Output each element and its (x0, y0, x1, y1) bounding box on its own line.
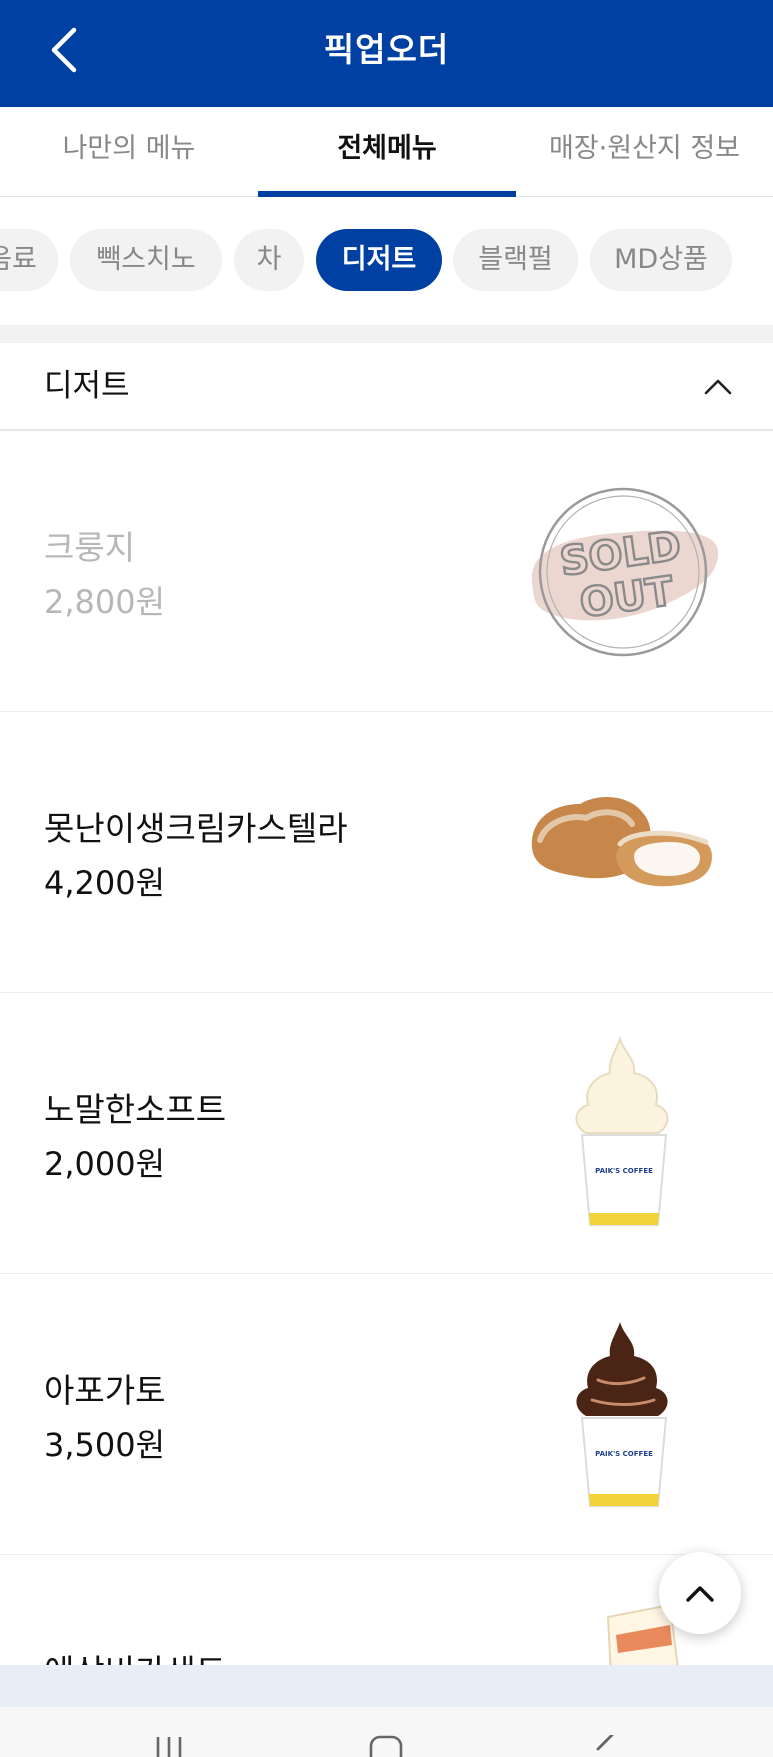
chip-beverage[interactable]: 음료 (0, 229, 58, 291)
menu-item[interactable]: 크룽지 2,800원 SOLD OUT (0, 431, 773, 712)
chip-md-goods[interactable]: MD상품 (590, 229, 732, 291)
chip-dessert[interactable]: 디저트 (316, 229, 442, 291)
section-title: 디저트 (44, 368, 130, 404)
scroll-to-top-button[interactable] (659, 1552, 741, 1634)
tab-store-origin-info[interactable]: 매장·원산지 정보 (516, 107, 773, 197)
vanilla-soft-serve-image: PAIK'S COFFEE (575, 1035, 669, 1226)
menu-item-price: 2,800원 (44, 583, 166, 621)
tab-my-menu[interactable]: 나만의 메뉴 (0, 107, 258, 197)
chip-black-pearl[interactable]: 블랙펄 (453, 229, 578, 291)
dessert-section-header[interactable]: 디저트 (0, 343, 773, 431)
system-navigation-bar (0, 1707, 773, 1757)
menu-item-price: 3,500원 (44, 1426, 166, 1464)
main-tabs: 나만의 메뉴 전체메뉴 매장·원산지 정보 (0, 107, 773, 197)
sold-out-stamp: SOLD OUT (531, 487, 719, 657)
cup-label-text: PAIK'S COFFEE (595, 1167, 653, 1175)
affogato-image: PAIK'S COFFEE (576, 1322, 668, 1507)
menu-item[interactable]: 노말한소프트 2,000원 PAIK'S COFFEE (0, 993, 773, 1274)
chevron-up-icon[interactable] (700, 371, 736, 401)
category-chip-bar[interactable]: 음료 빽스치노 차 디저트 블랙펄 MD상품 (0, 197, 773, 325)
chevron-up-icon (686, 1586, 714, 1602)
castella-cake-image (531, 797, 712, 887)
page-title: 픽업오더 (323, 30, 450, 69)
chip-paikschino[interactable]: 빽스치노 (70, 229, 222, 291)
menu-item-name: 노말한소프트 (44, 1090, 227, 1129)
home-icon[interactable] (368, 1735, 404, 1757)
menu-item-price: 2,000원 (44, 1145, 166, 1183)
menu-item-name: 크룽지 (44, 528, 136, 567)
app-screen: 픽업오더 나만의 메뉴 전체메뉴 매장·원산지 정보 음료 빽스치노 차 디저트… (0, 0, 773, 1757)
menu-item-name: 아포가토 (44, 1371, 166, 1410)
chip-tea[interactable]: 차 (234, 229, 304, 291)
menu-item[interactable]: 아포가토 3,500원 PAIK'S COFFEE (0, 1274, 773, 1555)
section-divider (0, 325, 773, 343)
bottom-action-bar (0, 1665, 773, 1707)
system-back-icon[interactable] (588, 1735, 618, 1757)
cup-label-text: PAIK'S COFFEE (595, 1450, 653, 1458)
tab-all-menu[interactable]: 전체메뉴 (258, 107, 516, 197)
menu-item-name: 못난이생크림카스텔라 (44, 809, 348, 848)
app-header: 픽업오더 (0, 0, 773, 107)
recent-apps-icon[interactable] (152, 1735, 186, 1757)
menu-item-price: 4,200원 (44, 864, 166, 902)
menu-item[interactable]: 못난이생크림카스텔라 4,200원 (0, 712, 773, 993)
